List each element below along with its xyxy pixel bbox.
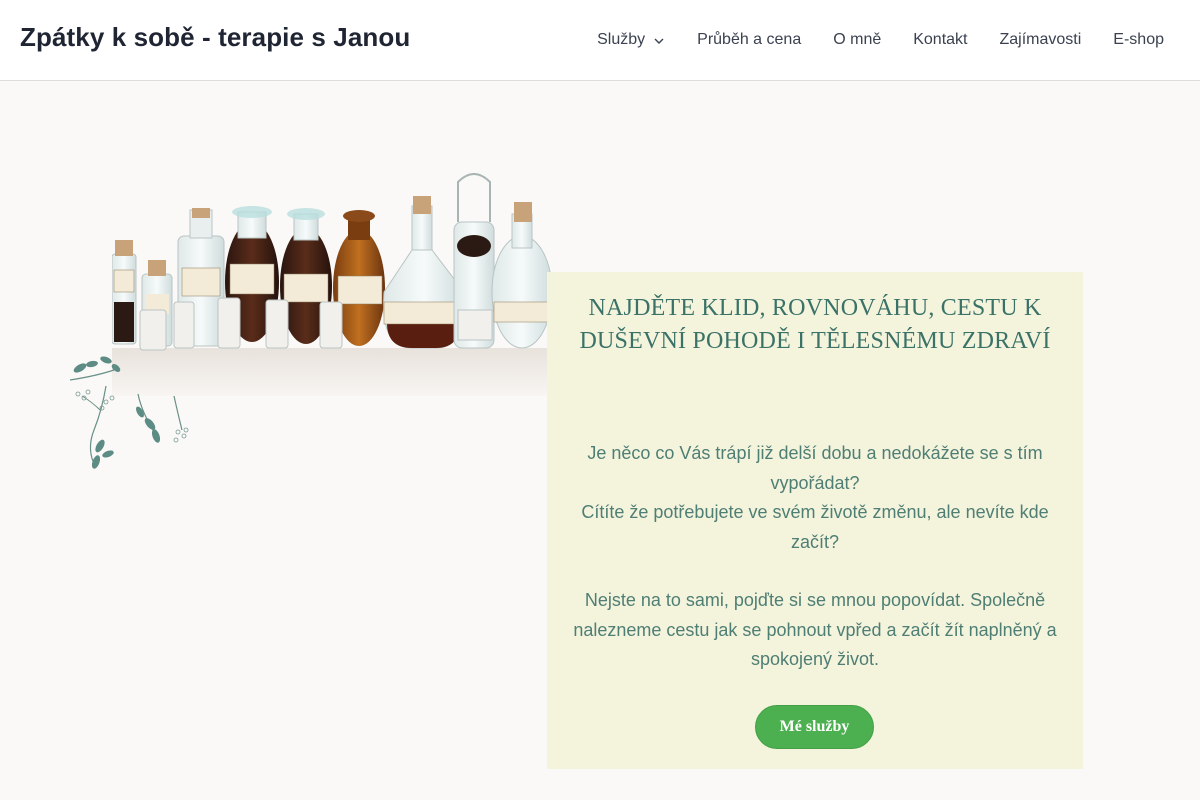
nav-item-e-shop[interactable]: E-shop (1097, 31, 1180, 49)
nav-item-label: Zajímavosti (999, 31, 1082, 48)
site-title[interactable]: Zpátky k sobě - terapie s Janou (20, 22, 410, 53)
chevron-down-icon (653, 34, 665, 46)
nav-item-label: E-shop (1113, 31, 1164, 48)
nav-item-prubeh-a-cena[interactable]: Průběh a cena (681, 31, 817, 49)
nav-item-zajimavosti[interactable]: Zajímavosti (984, 31, 1098, 49)
hero-card: NAJDĚTE KLID, ROVNOVÁHU, CESTU K DUŠEVNÍ… (547, 272, 1083, 769)
nav-item-o-mne[interactable]: O mně (817, 31, 897, 49)
hero-text: Je něco co Vás trápí již delší dobu a ne… (565, 439, 1065, 675)
hero-heading: NAJDĚTE KLID, ROVNOVÁHU, CESTU K DUŠEVNÍ… (579, 295, 1051, 354)
nav-item-sluzby[interactable]: Služby (581, 31, 681, 49)
nav-item-label: O mně (833, 31, 882, 48)
plant-sprig-icon (66, 350, 201, 475)
nav-item-label: Průběh a cena (697, 31, 802, 48)
hero-question-2: Cítíte že potřebujete ve svém životě změ… (581, 502, 1049, 552)
site-header: Zpátky k sobě - terapie s Janou Služby P… (0, 0, 1200, 81)
nav-item-label: Kontakt (913, 31, 968, 48)
nav-item-kontakt[interactable]: Kontakt (897, 31, 983, 49)
nav-item-label: Služby (597, 31, 646, 48)
main-nav: Služby Průběh a cena O mně Kontakt Zajím… (581, 0, 1180, 80)
my-services-button[interactable]: Mé služby (755, 705, 874, 749)
hero-question-1: Je něco co Vás trápí již delší dobu a ne… (587, 443, 1043, 493)
hero-paragraph: Nejste na to sami, pojďte si se mnou pop… (573, 590, 1057, 669)
